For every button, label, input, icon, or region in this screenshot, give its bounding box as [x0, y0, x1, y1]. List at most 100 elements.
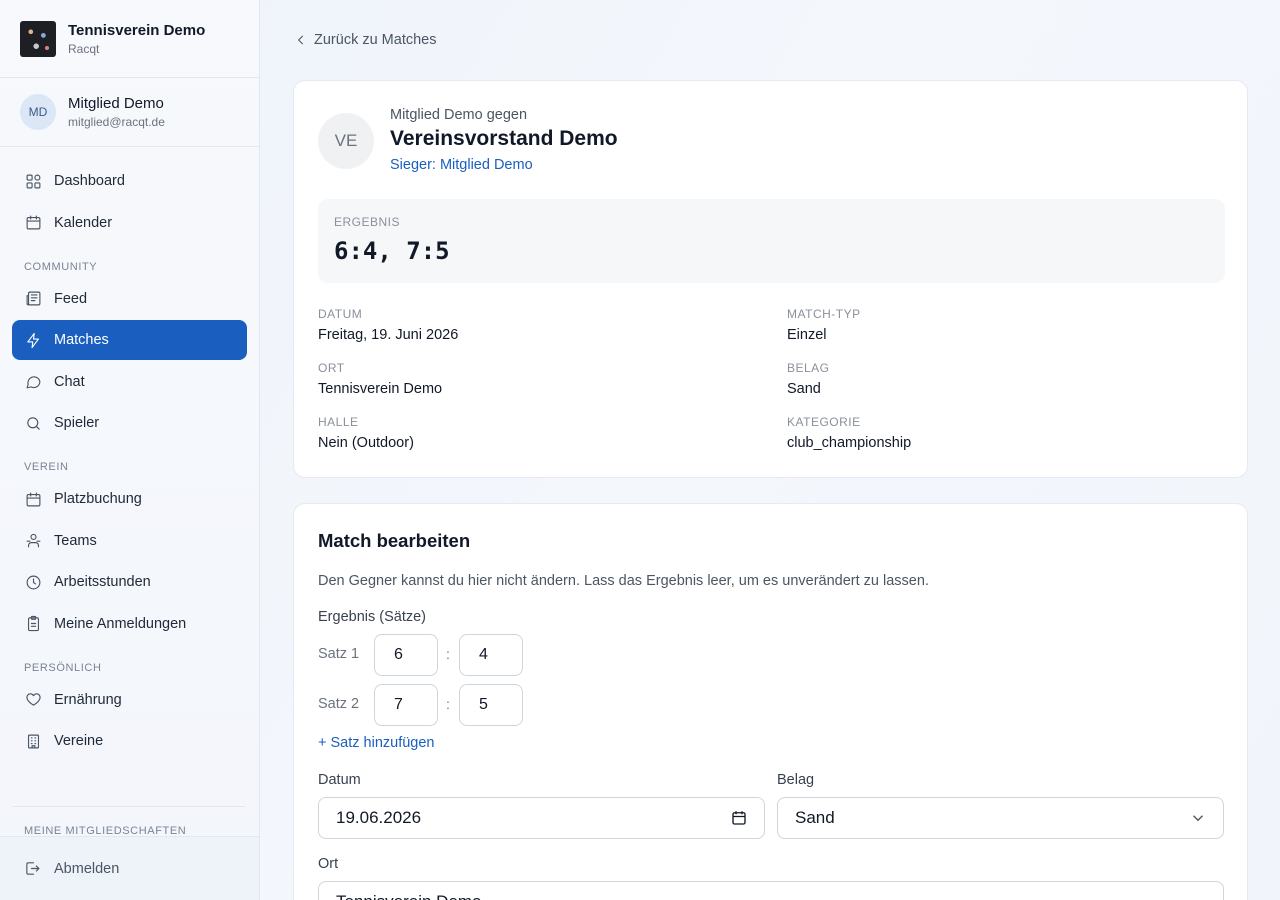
datum-input[interactable]: 19.06.2026 — [318, 797, 765, 839]
detail-datum: DATUM Freitag, 19. Juni 2026 — [318, 307, 458, 343]
edit-hint: Den Gegner kannst du hier nicht ändern. … — [318, 573, 929, 589]
detail-value: club_championship — [787, 435, 912, 451]
club-header[interactable]: Tennisverein Demo Racqt — [0, 0, 259, 78]
belag-label: Belag — [777, 772, 815, 788]
detail-label: DATUM — [318, 307, 363, 321]
building-icon — [24, 732, 42, 750]
sidebar-divider — [12, 806, 245, 807]
back-link-label: Zurück zu Matches — [314, 32, 437, 48]
detail-value: Freitag, 19. Juni 2026 — [318, 327, 459, 343]
nav-label-chat: Chat — [54, 373, 85, 390]
speech-bubble-icon — [24, 373, 42, 391]
nav-label-ernaehrung: Ernährung — [54, 691, 122, 708]
nav-label-teams: Teams — [54, 532, 97, 549]
set-1-label: Satz 1 — [318, 646, 360, 662]
logout-button[interactable]: Abmelden — [0, 836, 259, 900]
nav-item-vereine[interactable]: Vereine — [12, 721, 247, 761]
edit-title: Match bearbeiten — [318, 530, 471, 551]
user-name: Mitglied Demo — [68, 95, 164, 112]
nav-label-matches: Matches — [54, 332, 109, 348]
nav-item-ernaehrung[interactable]: Ernährung — [12, 680, 247, 720]
nav-item-arbeitsstunden[interactable]: Arbeitsstunden — [12, 562, 247, 602]
nav-label-arbeitsstunden: Arbeitsstunden — [54, 574, 151, 590]
detail-value: Tennisverein Demo — [318, 381, 443, 397]
datum-value: 19.06.2026 — [336, 808, 422, 827]
nav-label-kalender: Kalender — [54, 214, 113, 231]
nav-section-community: COMMUNITY — [24, 260, 98, 273]
nav-item-teams[interactable]: Teams — [12, 521, 247, 561]
nav-section-verein: VEREIN — [24, 461, 69, 473]
club-subtitle: Racqt — [68, 41, 100, 56]
calendar-icon — [24, 490, 42, 508]
detail-kategorie: KATEGORIE club_championship — [787, 415, 911, 451]
calendar-icon — [24, 214, 42, 232]
opponent-name: Vereinsvorstand Demo — [390, 127, 618, 150]
set-1-separator: : — [446, 646, 450, 662]
nav-item-platzbuchung[interactable]: Platzbuchung — [12, 479, 247, 519]
detail-match-typ: MATCH-TYP Einzel — [787, 307, 861, 343]
detail-value: Sand — [787, 381, 821, 397]
set-1-score-a-input[interactable]: 6 — [374, 634, 438, 676]
sidebar: Tennisverein Demo Racqt MD Mitglied Demo… — [0, 0, 260, 900]
result-value: 6:4, 7:5 — [334, 237, 450, 265]
nav-label-spieler: Spieler — [54, 415, 100, 431]
clock-icon — [24, 573, 42, 591]
detail-label: HALLE — [318, 415, 359, 429]
calendar-icon[interactable] — [730, 809, 748, 832]
chevron-down-icon — [1189, 809, 1207, 832]
detail-label: MATCH-TYP — [787, 307, 861, 321]
nav-section-persoenlich: PERSÖNLICH — [24, 661, 102, 674]
belag-selected-value: Sand — [795, 808, 835, 827]
set-2-label: Satz 2 — [318, 696, 360, 712]
nav-label-dashboard: Dashboard — [54, 173, 125, 189]
nav-label-anmeldungen: Meine Anmeldungen — [54, 615, 187, 632]
user-profile[interactable]: MD Mitglied Demo mitglied@racqt.de — [0, 78, 259, 147]
nav-item-chat[interactable]: Chat — [12, 362, 247, 402]
user-avatar: MD — [20, 94, 56, 130]
nav-label-platzbuchung: Platzbuchung — [54, 491, 142, 507]
match-winner: Sieger: Mitglied Demo — [390, 157, 533, 173]
detail-value: Nein (Outdoor) — [318, 435, 414, 451]
belag-select[interactable]: Sand — [777, 797, 1224, 839]
set-2-score-b-input[interactable]: 5 — [459, 684, 523, 726]
detail-value: Einzel — [787, 327, 827, 343]
heart-icon — [24, 691, 42, 709]
match-summary-card: VE Mitglied Demo gegen Vereinsvorstand D… — [293, 80, 1248, 478]
ort-value: Tennisverein Demo — [336, 892, 482, 900]
nav-item-matches[interactable]: Matches — [12, 320, 247, 360]
main-content: Zurück zu Matches VE Mitglied Demo gegen… — [260, 0, 1280, 900]
detail-halle: HALLE Nein (Outdoor) — [318, 415, 414, 451]
nav-item-dashboard[interactable]: Dashboard — [12, 161, 247, 201]
nav-item-feed[interactable]: Feed — [12, 279, 247, 319]
match-vs-line: Mitglied Demo gegen — [390, 107, 528, 123]
detail-label: BELAG — [787, 361, 830, 375]
logout-icon — [26, 862, 40, 875]
chevron-left-icon — [297, 35, 304, 45]
result-label: ERGEBNIS — [334, 215, 401, 229]
search-icon — [24, 414, 42, 432]
nav-label-vereine: Vereine — [54, 733, 104, 749]
clipboard-icon — [24, 615, 42, 633]
club-logo — [20, 20, 56, 57]
result-box: ERGEBNIS 6:4, 7:5 — [318, 199, 1225, 283]
back-to-matches-link[interactable]: Zurück zu Matches — [294, 32, 437, 48]
ort-label: Ort — [318, 856, 339, 872]
nav-label-feed: Feed — [54, 290, 88, 307]
result-sets-label: Ergebnis (Sätze) — [318, 609, 426, 625]
user-email: mitglied@racqt.de — [68, 115, 165, 129]
detail-ort: ORT Tennisverein Demo — [318, 361, 442, 397]
logout-label: Abmelden — [54, 860, 120, 877]
nav-item-anmeldungen[interactable]: Meine Anmeldungen — [12, 604, 247, 644]
detail-label: ORT — [318, 361, 345, 375]
set-1-score-b-input[interactable]: 4 — [459, 634, 523, 676]
add-set-button[interactable]: + Satz hinzufügen — [318, 735, 435, 751]
newspaper-icon — [24, 290, 42, 308]
ort-input[interactable]: Tennisverein Demo — [318, 881, 1224, 900]
detail-belag: BELAG Sand — [787, 361, 830, 397]
main-nav: Dashboard Kalender COMMUNITY Feed Matche… — [0, 147, 259, 761]
people-icon — [24, 532, 42, 550]
set-2-score-a-input[interactable]: 7 — [374, 684, 438, 726]
grid-icon — [24, 172, 42, 190]
nav-item-spieler[interactable]: Spieler — [12, 403, 247, 443]
nav-item-kalender[interactable]: Kalender — [12, 203, 247, 243]
